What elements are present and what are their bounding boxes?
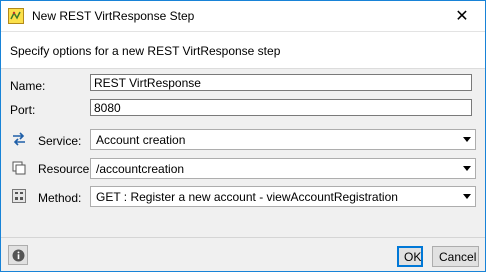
- name-field[interactable]: REST VirtResponse: [90, 74, 472, 91]
- info-icon: [12, 249, 24, 261]
- chevron-down-icon: [463, 194, 471, 199]
- title-bar[interactable]: New REST VirtResponse Step ✕: [1, 1, 485, 32]
- footer-divider: [1, 237, 485, 238]
- chevron-down-icon: [463, 137, 471, 142]
- resource-value: /accountcreation: [96, 162, 185, 176]
- close-icon: ✕: [455, 8, 469, 25]
- resource-label: Resource:: [38, 162, 93, 176]
- resource-select[interactable]: /accountcreation: [90, 158, 476, 179]
- port-label: Port:: [10, 103, 36, 117]
- service-arrows-icon: [13, 132, 25, 146]
- close-button[interactable]: ✕: [439, 1, 485, 31]
- name-label: Name:: [10, 79, 46, 93]
- dialog-window: New REST VirtResponse Step ✕ Specify opt…: [0, 0, 486, 272]
- dialog-header: Specify options for a new REST VirtRespo…: [1, 32, 485, 69]
- chevron-down-icon: [463, 166, 471, 171]
- service-select[interactable]: Account creation: [90, 129, 476, 150]
- cancel-button[interactable]: Cancel: [432, 246, 479, 267]
- info-button[interactable]: [8, 245, 28, 265]
- header-description: Specify options for a new REST VirtRespo…: [10, 44, 281, 58]
- app-icon: [8, 8, 24, 24]
- method-label: Method:: [38, 191, 82, 205]
- window-title: New REST VirtResponse Step: [32, 9, 195, 23]
- service-value: Account creation: [96, 133, 186, 147]
- port-field[interactable]: 8080: [90, 99, 472, 116]
- method-value: GET : Register a new account - viewAccou…: [96, 190, 398, 204]
- rest-method-icon: [12, 189, 26, 203]
- ok-button[interactable]: OK: [397, 246, 423, 267]
- service-label: Service:: [38, 134, 82, 148]
- method-select[interactable]: GET : Register a new account - viewAccou…: [90, 186, 476, 207]
- resource-icon: [12, 161, 26, 175]
